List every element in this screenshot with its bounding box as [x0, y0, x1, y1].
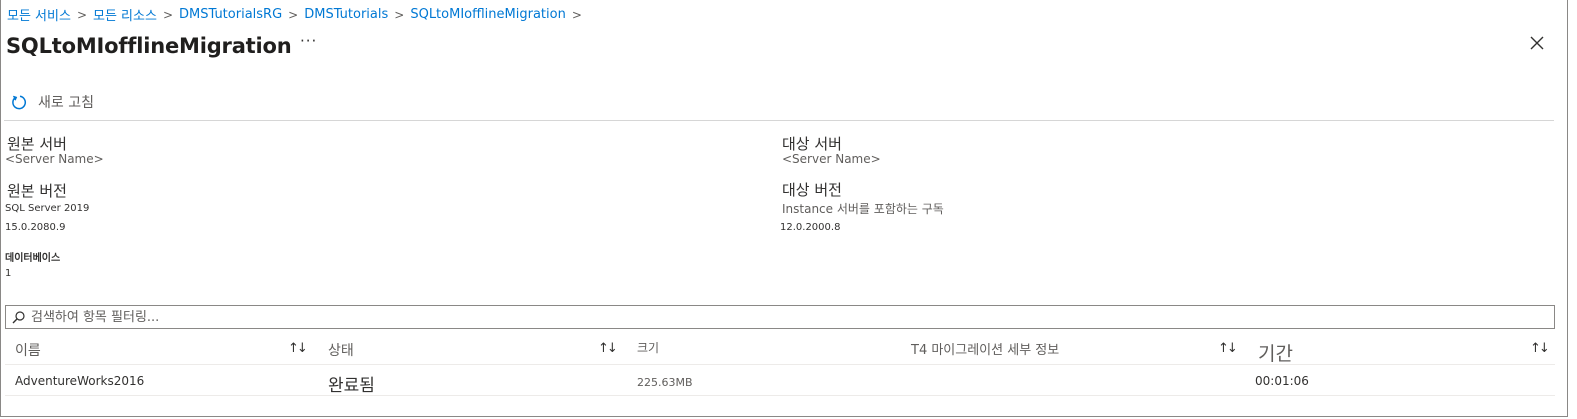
search-input[interactable] [31, 309, 1531, 325]
breadcrumb-dms-service[interactable]: DMSTutorials [304, 7, 388, 22]
toolbar-divider [4, 120, 1554, 121]
column-header-duration[interactable]: 기간 [1258, 339, 1293, 366]
source-version-number: 15.0.2080.9 [5, 222, 66, 233]
target-version-label: 대상 버전 [782, 181, 842, 199]
breadcrumb-all-resources[interactable]: 모든 리소스 [93, 5, 157, 24]
row-size: 225.63MB [637, 376, 693, 389]
breadcrumb-separator: > [288, 7, 299, 22]
column-header-size[interactable]: 크기 [637, 339, 659, 356]
refresh-label: 새로 고침 [38, 95, 94, 111]
page-title: SQLtoMIofflineMigration [6, 34, 292, 58]
source-server-value: <Server Name> [5, 152, 104, 166]
source-server-label: 원본 서버 [7, 135, 67, 153]
refresh-icon [12, 95, 26, 109]
header-divider [5, 364, 1555, 365]
row-divider [5, 395, 1555, 396]
breadcrumb-separator: > [76, 7, 87, 22]
row-status: 완료됨 [328, 376, 375, 396]
source-version-name: SQL Server 2019 [5, 203, 90, 214]
column-header-status[interactable]: 상태 [328, 340, 354, 360]
breadcrumb-all-services[interactable]: 모든 서비스 [7, 5, 71, 24]
target-server-value: <Server Name> [782, 152, 881, 166]
search-icon [12, 310, 25, 323]
database-count: 1 [5, 268, 12, 279]
breadcrumb-resource-group[interactable]: DMSTutorialsRG [179, 7, 282, 22]
source-version-label: 원본 버전 [7, 182, 67, 200]
row-name[interactable]: AdventureWorks2016 [15, 374, 144, 388]
more-options-button[interactable]: ··· [300, 32, 317, 50]
close-button[interactable] [1530, 33, 1544, 55]
sort-status-icon[interactable]: ↑↓ [598, 341, 618, 356]
breadcrumb-separator: > [571, 7, 582, 22]
row-duration: 00:01:06 [1255, 374, 1309, 388]
sort-details-icon[interactable]: ↑↓ [1218, 341, 1238, 356]
target-server-label: 대상 서버 [782, 135, 842, 153]
column-header-details[interactable]: T4 마이그레이션 세부 정보 [911, 339, 1059, 358]
search-box[interactable] [5, 305, 1555, 329]
refresh-button[interactable]: 새로 고침 [11, 92, 94, 112]
column-header-name[interactable]: 이름 [15, 340, 41, 360]
database-label: 데이터베이스 [5, 253, 61, 264]
target-version-name: Instance 서버를 포함하는 구독 [782, 202, 944, 216]
sort-name-icon[interactable]: ↑↓ [288, 341, 308, 356]
close-icon [1530, 36, 1544, 50]
sort-duration-icon[interactable]: ↑↓ [1530, 341, 1550, 356]
target-version-number: 12.0.2000.8 [780, 222, 841, 233]
breadcrumb-separator: > [394, 7, 405, 22]
breadcrumb-separator: > [162, 7, 173, 22]
breadcrumb: 모든 서비스 > 모든 리소스 > DMSTutorialsRG > DMSTu… [7, 5, 588, 24]
breadcrumb-migration[interactable]: SQLtoMIofflineMigration [410, 7, 566, 22]
